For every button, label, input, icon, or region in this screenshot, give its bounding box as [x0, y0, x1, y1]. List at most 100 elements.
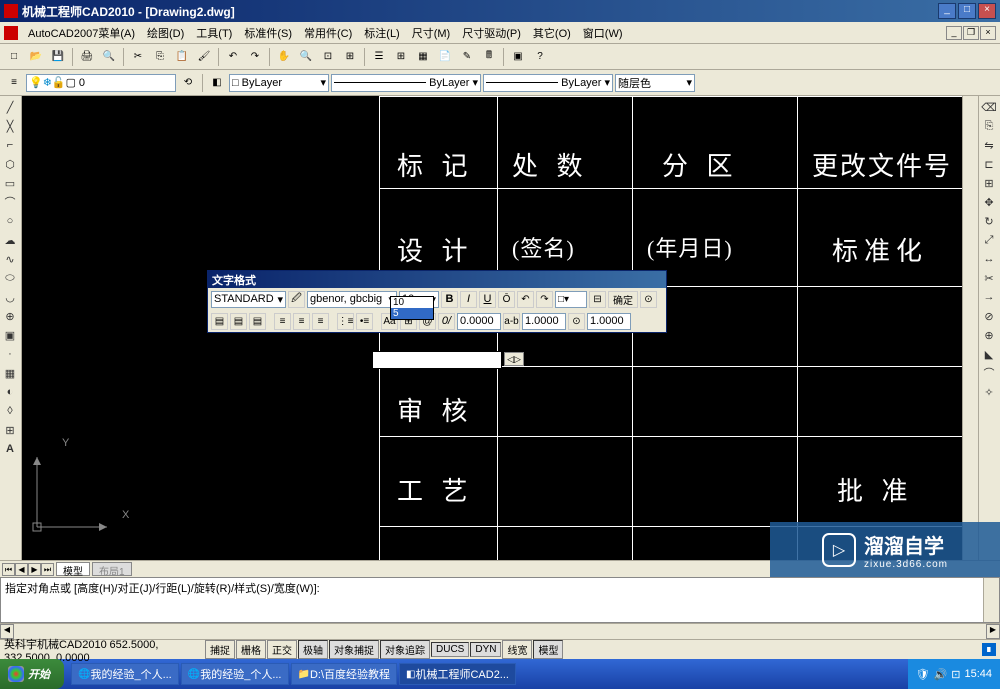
offset-icon[interactable]: ⊏ [980, 155, 998, 173]
oblique-icon[interactable]: 0/ [438, 313, 455, 330]
layer-manager-icon[interactable]: ≡ [4, 73, 24, 93]
text-color-combo[interactable]: □▾ [555, 291, 587, 308]
menu-autocad[interactable]: AutoCAD2007菜单(A) [22, 23, 141, 43]
help-icon[interactable]: ? [530, 47, 550, 67]
model-toggle[interactable]: 模型 [533, 640, 563, 659]
mdi-close[interactable]: × [980, 26, 996, 40]
erase-icon[interactable]: ⌫ [980, 98, 998, 116]
align-tr-icon[interactable]: ▤ [249, 313, 266, 330]
close-button[interactable]: × [978, 3, 996, 19]
minimize-button[interactable]: _ [938, 3, 956, 19]
menu-commonparts[interactable]: 常用件(C) [298, 23, 358, 43]
mtext-icon[interactable]: A [1, 440, 19, 458]
bold-icon[interactable]: B [441, 291, 458, 308]
taskbar-item-2[interactable]: 🌐 我的经验_个人... [181, 663, 289, 685]
zoom-window-icon[interactable]: ⊡ [318, 47, 338, 67]
menu-other[interactable]: 其它(O) [527, 23, 577, 43]
color-picker-icon[interactable]: ◧ [207, 73, 227, 93]
menu-dimension[interactable]: 尺寸(M) [406, 23, 457, 43]
table-icon[interactable]: ⊞ [1, 421, 19, 439]
hatch-icon[interactable]: ▦ [1, 364, 19, 382]
polyline-icon[interactable]: ⌐ [1, 136, 19, 154]
redo-icon[interactable]: ↷ [245, 47, 265, 67]
align-left-icon[interactable]: ≡ [274, 313, 291, 330]
sheet-icon[interactable]: 📄 [435, 47, 455, 67]
revcloud-icon[interactable]: ☁ [1, 231, 19, 249]
taskbar-item-4[interactable]: ◧ 机械工程师CAD2... [399, 663, 516, 685]
lwt-toggle[interactable]: 线宽 [502, 640, 532, 659]
copy-obj-icon[interactable]: ⎘ [980, 117, 998, 135]
align-center-icon[interactable]: ≡ [293, 313, 310, 330]
dyn-toggle[interactable]: DYN [470, 642, 501, 657]
preview-icon[interactable]: 🔍 [99, 47, 119, 67]
scale-icon[interactable]: ⤢ [980, 231, 998, 249]
tab-model[interactable]: 模型 [56, 562, 90, 576]
grid-toggle[interactable]: 栅格 [236, 640, 266, 659]
mtext-ruler-handle[interactable]: ◁▷ [504, 352, 524, 366]
width-factor-icon[interactable]: ⊙ [568, 313, 585, 330]
lineweight-combo[interactable]: ByLayer▾ [483, 74, 613, 92]
align-right-icon[interactable]: ≡ [312, 313, 329, 330]
point-icon[interactable]: · [1, 345, 19, 363]
zoom-realtime-icon[interactable]: 🔍 [296, 47, 316, 67]
trim-icon[interactable]: ✂ [980, 269, 998, 287]
menu-dimdrive[interactable]: 尺寸驱动(P) [456, 23, 527, 43]
array-icon[interactable]: ⊞ [980, 174, 998, 192]
linetype-combo[interactable]: ByLayer▾ [331, 74, 481, 92]
text-format-title[interactable]: 文字格式 [208, 271, 666, 288]
osnap-toggle[interactable]: 对象捕捉 [329, 640, 379, 659]
gradient-icon[interactable]: ◐ [1, 383, 19, 401]
mirror-icon[interactable]: ⇋ [980, 136, 998, 154]
snap-toggle[interactable]: 捕捉 [205, 640, 235, 659]
tray-icon-3[interactable]: ⊡ [951, 668, 960, 681]
menu-window[interactable]: 窗口(W) [577, 23, 629, 43]
start-button[interactable]: 开始 [0, 659, 64, 689]
options-icon[interactable]: ⊙ [640, 291, 657, 308]
italic-icon[interactable]: I [460, 291, 477, 308]
size-option-10[interactable]: 10 [391, 297, 433, 308]
join-icon[interactable]: ⊕ [980, 326, 998, 344]
numbering-icon[interactable]: ⋮≡ [337, 313, 354, 330]
block-make-icon[interactable]: ▣ [1, 326, 19, 344]
command-scrollbar[interactable] [983, 578, 999, 622]
markup-icon[interactable]: ✎ [457, 47, 477, 67]
move-icon[interactable]: ✥ [980, 193, 998, 211]
ellipse-icon[interactable]: ⬭ [1, 269, 19, 287]
xline-icon[interactable]: ╳ [1, 117, 19, 135]
taskbar-item-3[interactable]: 📁 D:\百度经验教程 [291, 663, 398, 685]
align-tl-icon[interactable]: ▤ [211, 313, 228, 330]
chamfer-icon[interactable]: ◣ [980, 345, 998, 363]
calc-icon[interactable]: 🖩 [479, 47, 499, 67]
print-icon[interactable]: 🖨 [77, 47, 97, 67]
mdi-restore[interactable]: ❐ [963, 26, 979, 40]
ruler-icon[interactable]: ⊟ [589, 291, 606, 308]
color-combo[interactable]: □ByLayer▾ [229, 74, 329, 92]
explode-icon[interactable]: ✧ [980, 383, 998, 401]
mdi-minimize[interactable]: _ [946, 26, 962, 40]
insert-icon[interactable]: ⊕ [1, 307, 19, 325]
font-size-dropdown[interactable]: 10 5 [390, 296, 434, 320]
cut-icon[interactable]: ✂ [128, 47, 148, 67]
tray-clock[interactable]: 15:44 [964, 668, 992, 680]
layer-prev-icon[interactable]: ⟲ [178, 73, 198, 93]
size-option-5[interactable]: 5 [391, 308, 433, 319]
tracking-spinner[interactable]: 1.0000 [522, 313, 566, 330]
fillet-icon[interactable]: ⌒ [980, 364, 998, 382]
maximize-button[interactable]: □ [958, 3, 976, 19]
properties-icon[interactable]: ☰ [369, 47, 389, 67]
undo-icon[interactable]: ↶ [223, 47, 243, 67]
text-style-combo[interactable]: STANDARD▾ [211, 291, 286, 308]
command-line[interactable]: 指定对角点或 [高度(H)/对正(J)/行距(L)/旋转(R)/样式(S)/宽度… [0, 577, 1000, 623]
circle-icon[interactable]: ○ [1, 212, 19, 230]
stretch-icon[interactable]: ↔ [980, 250, 998, 268]
new-icon[interactable]: □ [4, 47, 24, 67]
tab-layout1[interactable]: 布局1 [92, 562, 132, 576]
block-icon[interactable]: ▣ [508, 47, 528, 67]
underline-icon[interactable]: U [479, 291, 496, 308]
tracking-icon[interactable]: a-b [503, 313, 520, 330]
rotate-icon[interactable]: ↻ [980, 212, 998, 230]
copy-icon[interactable]: ⎘ [150, 47, 170, 67]
menu-annotate[interactable]: 标注(L) [358, 23, 405, 43]
menu-draw[interactable]: 绘图(D) [141, 23, 190, 43]
plotstyle-combo[interactable]: 随层色▾ [615, 74, 695, 92]
